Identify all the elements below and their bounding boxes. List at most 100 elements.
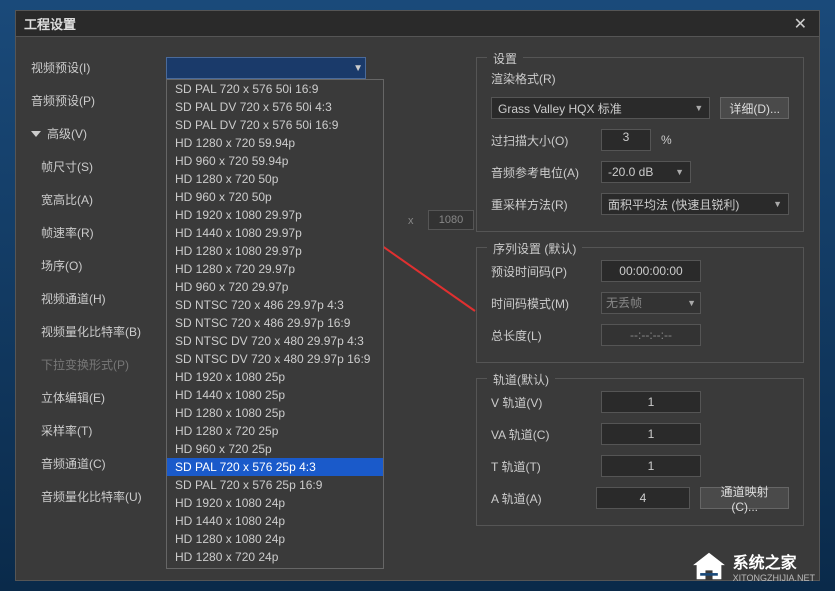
dropdown-item[interactable]: SD PAL DV 720 x 576 50i 4:3: [167, 98, 383, 116]
height-field[interactable]: 1080: [428, 210, 474, 230]
render-format-value: Grass Valley HQX 标准: [498, 100, 622, 117]
overscan-label: 过扫描大小(O): [491, 132, 591, 149]
sidebar-item-audio-channel[interactable]: 音频通道(C): [41, 453, 151, 474]
dropdown-item[interactable]: SD PAL DV 720 x 576 50i 16:9: [167, 116, 383, 134]
chevron-down-icon: ▼: [675, 167, 684, 177]
channel-map-button[interactable]: 通道映射(C)...: [700, 487, 789, 509]
sidebar-item-advanced[interactable]: 高级(V): [31, 123, 151, 144]
dropdown-item[interactable]: HD 1280 x 720 29.97p: [167, 260, 383, 278]
total-length-label: 总长度(L): [491, 327, 591, 344]
dropdown-item[interactable]: HD 1280 x 720 24p: [167, 548, 383, 566]
dropdown-item[interactable]: SD PAL 720 x 576 25p 4:3: [167, 458, 383, 476]
render-format-select[interactable]: Grass Valley HQX 标准 ▼: [491, 97, 710, 119]
resample-value: 面积平均法 (快速且锐利): [608, 196, 739, 213]
main: ▼ SD PAL 720 x 576 50i 16:9SD PAL DV 720…: [166, 57, 804, 560]
dimension-separator: x: [408, 215, 414, 227]
dropdown-item[interactable]: HD 960 x 720 59.94p: [167, 152, 383, 170]
sidebar-item-stereo-edit[interactable]: 立体编辑(E): [41, 387, 151, 408]
dropdown-item[interactable]: HD 1280 x 720 25p: [167, 422, 383, 440]
watermark-title: 系统之家: [733, 549, 815, 573]
left-column: ▼ SD PAL 720 x 576 50i 16:9SD PAL DV 720…: [166, 57, 456, 560]
dropdown-item[interactable]: SD PAL 720 x 576 25p 16:9: [167, 476, 383, 494]
dropdown-item[interactable]: SD NTSC 720 x 486 29.97p 4:3: [167, 296, 383, 314]
va-track-label: VA 轨道(C): [491, 426, 591, 443]
sidebar-item-frame-size[interactable]: 帧尺寸(S): [41, 156, 151, 177]
dropdown-item[interactable]: HD 960 x 720 29.97p: [167, 278, 383, 296]
dropdown-item[interactable]: HD 1920 x 1080 29.97p: [167, 206, 383, 224]
dropdown-item[interactable]: HD 1440 x 1080 24p: [167, 512, 383, 530]
chevron-down-icon: ▼: [353, 63, 363, 74]
a-track-label: A 轨道(A): [491, 490, 586, 507]
tc-mode-label: 时间码模式(M): [491, 295, 591, 312]
overscan-input[interactable]: 3: [601, 129, 651, 151]
dropdown-item[interactable]: HD 1440 x 1080 25p: [167, 386, 383, 404]
dropdown-item[interactable]: HD 1280 x 1080 24p: [167, 530, 383, 548]
preset-tc-input[interactable]: 00:00:00:00: [601, 260, 701, 282]
dropdown-item[interactable]: SD NTSC DV 720 x 480 29.97p 16:9: [167, 350, 383, 368]
sidebar-item-sample-rate[interactable]: 采样率(T): [41, 420, 151, 441]
chevron-down-icon: ▼: [773, 199, 782, 209]
dropdown-item[interactable]: HD 1440 x 1080 29.97p: [167, 224, 383, 242]
dropdown-item[interactable]: HD 960 x 720 24p: [167, 566, 383, 569]
dropdown-item[interactable]: HD 960 x 720 50p: [167, 188, 383, 206]
chevron-down-icon: ▼: [694, 103, 703, 113]
sidebar-item-video-preset[interactable]: 视频预设(I): [31, 57, 151, 78]
dropdown-item[interactable]: HD 1280 x 720 50p: [167, 170, 383, 188]
render-format-label: 渲染格式(R): [491, 70, 591, 87]
audio-ref-select[interactable]: -20.0 dB ▼: [601, 161, 691, 183]
audio-ref-value: -20.0 dB: [608, 165, 653, 179]
titlebar: 工程设置 ✕: [16, 11, 819, 37]
v-track-label: V 轨道(V): [491, 394, 591, 411]
sidebar-item-framerate[interactable]: 帧速率(R): [41, 222, 151, 243]
v-track-input[interactable]: 1: [601, 391, 701, 413]
total-length-value: --:--:--:--: [601, 324, 701, 346]
tracks-legend: 轨道(默认): [487, 371, 555, 388]
project-settings-dialog: 工程设置 ✕ 视频预设(I) 音频预设(P) 高级(V) 帧尺寸(S) 宽高比(…: [15, 10, 820, 581]
sidebar-item-video-channel[interactable]: 视频通道(H): [41, 288, 151, 309]
tc-mode-select[interactable]: 无丢帧 ▼: [601, 292, 701, 314]
preset-tc-label: 预设时间码(P): [491, 263, 591, 280]
watermark-subtitle: XITONGZHIJIA.NET: [733, 573, 815, 583]
dropdown-item[interactable]: SD NTSC DV 720 x 480 29.97p 4:3: [167, 332, 383, 350]
audio-ref-label: 音频参考电位(A): [491, 164, 591, 181]
sidebar-item-audio-preset[interactable]: 音频预设(P): [31, 90, 151, 111]
watermark: 系统之家 XITONGZHIJIA.NET: [691, 549, 815, 583]
va-track-input[interactable]: 1: [601, 423, 701, 445]
a-track-input[interactable]: 4: [596, 487, 691, 509]
chevron-down-icon: ▼: [687, 293, 696, 313]
dropdown-item[interactable]: HD 1280 x 1080 29.97p: [167, 242, 383, 260]
dropdown-item[interactable]: HD 1280 x 1080 25p: [167, 404, 383, 422]
dropdown-item[interactable]: SD NTSC 720 x 486 29.97p 16:9: [167, 314, 383, 332]
dropdown-item[interactable]: SD PAL 720 x 576 50i 16:9: [167, 80, 383, 98]
tc-mode-value: 无丢帧: [606, 293, 642, 313]
video-preset-dropdown[interactable]: SD PAL 720 x 576 50i 16:9SD PAL DV 720 x…: [166, 79, 384, 569]
video-preset-combo[interactable]: ▼: [166, 57, 366, 79]
resample-label: 重采样方法(R): [491, 196, 591, 213]
settings-fieldset: 设置 渲染格式(R) Grass Valley HQX 标准 ▼ 详细(D)..…: [476, 57, 804, 232]
tracks-fieldset: 轨道(默认) V 轨道(V) 1 VA 轨道(C) 1 T 轨道(T) 1 A: [476, 378, 804, 526]
dropdown-item[interactable]: HD 1280 x 720 59.94p: [167, 134, 383, 152]
detail-button[interactable]: 详细(D)...: [720, 97, 789, 119]
overscan-unit: %: [661, 133, 672, 147]
dialog-title: 工程设置: [24, 14, 76, 33]
content: 视频预设(I) 音频预设(P) 高级(V) 帧尺寸(S) 宽高比(A) 帧速率(…: [16, 37, 819, 580]
sidebar-item-video-bitrate[interactable]: 视频量化比特率(B): [41, 321, 151, 342]
right-column: 设置 渲染格式(R) Grass Valley HQX 标准 ▼ 详细(D)..…: [476, 57, 804, 560]
chevron-down-icon: [31, 131, 41, 137]
t-track-input[interactable]: 1: [601, 455, 701, 477]
dropdown-item[interactable]: HD 1920 x 1080 24p: [167, 494, 383, 512]
sidebar-item-pulldown: 下拉变换形式(P): [41, 354, 151, 375]
sequence-legend: 序列设置 (默认): [487, 240, 582, 257]
close-icon[interactable]: ✕: [790, 14, 811, 34]
sidebar-item-aspect[interactable]: 宽高比(A): [41, 189, 151, 210]
sidebar-item-label: 高级(V): [47, 125, 87, 142]
resample-select[interactable]: 面积平均法 (快速且锐利) ▼: [601, 193, 789, 215]
dropdown-item[interactable]: HD 1920 x 1080 25p: [167, 368, 383, 386]
sidebar-item-audio-bitrate[interactable]: 音频量化比特率(U): [41, 486, 151, 507]
sequence-fieldset: 序列设置 (默认) 预设时间码(P) 00:00:00:00 时间码模式(M) …: [476, 247, 804, 363]
dropdown-item[interactable]: HD 960 x 720 25p: [167, 440, 383, 458]
sidebar-item-field-order[interactable]: 场序(O): [41, 255, 151, 276]
t-track-label: T 轨道(T): [491, 458, 591, 475]
sidebar: 视频预设(I) 音频预设(P) 高级(V) 帧尺寸(S) 宽高比(A) 帧速率(…: [31, 57, 151, 560]
settings-legend: 设置: [487, 50, 523, 67]
